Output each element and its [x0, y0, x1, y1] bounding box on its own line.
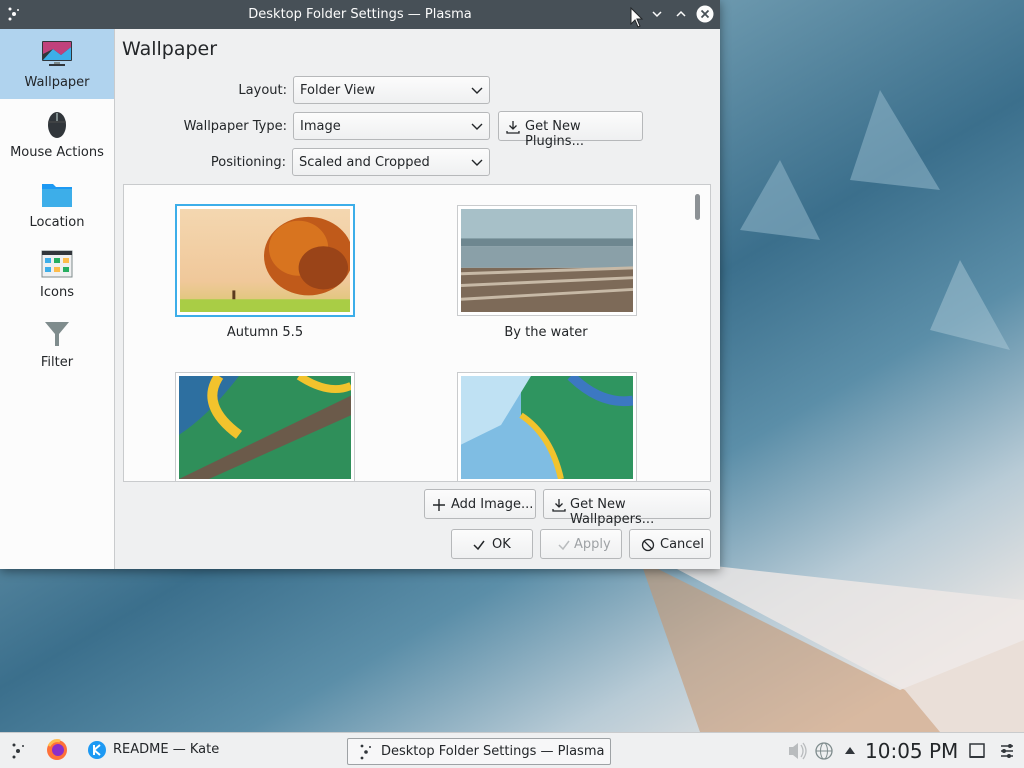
- filter-funnel-icon: [45, 322, 69, 346]
- cancel-button[interactable]: Cancel: [629, 529, 711, 559]
- icons-grid-icon: [41, 250, 73, 278]
- close-icon: [696, 5, 714, 23]
- get-new-plugins-label: Get New Plugins...: [525, 119, 584, 149]
- vertical-scrollbar[interactable]: [689, 186, 709, 480]
- chevron-down-icon: [471, 159, 483, 166]
- chevron-down-icon: [471, 87, 483, 94]
- chevron-up-icon: [676, 10, 686, 17]
- wallpaper-type-value: Image: [300, 119, 341, 134]
- application-launcher[interactable]: [8, 733, 28, 768]
- plus-icon: [433, 499, 445, 511]
- chevron-down-icon: [652, 11, 662, 18]
- wallpaper-thumbnail[interactable]: [457, 372, 637, 481]
- sidebar-item-filter[interactable]: Filter: [0, 309, 114, 379]
- panel-settings[interactable]: [996, 733, 1018, 768]
- sidebar-item-icons[interactable]: Icons: [0, 239, 114, 309]
- close-button[interactable]: [696, 5, 714, 23]
- download-icon: [552, 499, 566, 512]
- network-globe-icon: [815, 742, 833, 760]
- tray-expander[interactable]: [842, 733, 858, 768]
- scrollbar-thumb[interactable]: [695, 194, 700, 220]
- download-icon: [506, 121, 520, 134]
- sidebar-item-location[interactable]: Location: [0, 169, 114, 239]
- apply-label: Apply: [574, 537, 611, 552]
- window-title: Desktop Folder Settings — Plasma: [248, 7, 472, 22]
- wallpaper-caption: Autumn 5.5: [226, 325, 304, 340]
- apply-button[interactable]: Apply: [540, 529, 622, 559]
- task-desktop-folder-settings[interactable]: Desktop Folder Settings — Plasma: [347, 738, 611, 765]
- clock[interactable]: 10:05 PM: [865, 739, 958, 763]
- speaker-icon: [789, 742, 807, 760]
- plasma-launcher-icon: [12, 743, 24, 759]
- add-image-label: Add Image...: [451, 497, 534, 512]
- show-desktop[interactable]: [966, 733, 988, 768]
- arrow-up-icon: [845, 747, 855, 754]
- positioning-value: Scaled and Cropped: [299, 155, 430, 170]
- monitor-wallpaper-icon: [42, 41, 72, 66]
- get-new-wallpapers-button[interactable]: Get New Wallpapers...: [543, 489, 711, 527]
- sidebar-item-mouse-actions[interactable]: Mouse Actions: [0, 99, 114, 169]
- title-bar[interactable]: Desktop Folder Settings — Plasma: [0, 0, 720, 29]
- positioning-dropdown[interactable]: Scaled and Cropped: [292, 148, 490, 176]
- cancel-label: Cancel: [660, 537, 705, 552]
- wallpaper-type-label: Wallpaper Type:: [183, 119, 287, 134]
- sidebar-item-label: Location: [29, 215, 85, 230]
- network-tray[interactable]: [813, 733, 835, 768]
- maximize-button[interactable]: [672, 5, 690, 23]
- task-label: Desktop Folder Settings — Plasma: [381, 744, 605, 759]
- layout-dropdown[interactable]: Folder View: [293, 76, 490, 104]
- wallpaper-thumbnail-autumn[interactable]: [175, 204, 355, 317]
- positioning-label: Positioning:: [210, 155, 286, 170]
- ok-label: OK: [492, 537, 511, 552]
- wallpaper-caption: By the water: [504, 325, 588, 340]
- wallpaper-grid[interactable]: Autumn 5.5 By the water: [123, 184, 711, 482]
- taskbar-panel: README — Kate Desktop Folder Settings — …: [0, 732, 1024, 768]
- task-kate[interactable]: README — Kate: [86, 733, 256, 768]
- settings-window: Desktop Folder Settings — Plasma Wallpap…: [0, 0, 720, 569]
- cancel-icon: [641, 538, 655, 552]
- sidebar-item-label: Mouse Actions: [10, 145, 104, 160]
- get-new-plugins-button[interactable]: Get New Plugins...: [498, 111, 643, 149]
- ok-button[interactable]: OK: [451, 529, 533, 559]
- page-title: Wallpaper: [122, 38, 218, 60]
- checkmark-icon: [558, 540, 570, 551]
- mouse-icon: [48, 112, 66, 138]
- autumn-image: [180, 209, 350, 312]
- wallpaper-image: [179, 376, 351, 479]
- add-image-button[interactable]: Add Image...: [424, 489, 536, 519]
- wallpaper-thumbnail-by-the-water[interactable]: [457, 205, 637, 316]
- chevron-down-icon: [471, 123, 483, 130]
- wallpaper-image: [461, 376, 633, 479]
- layout-value: Folder View: [300, 83, 376, 98]
- checkmark-icon: [473, 540, 485, 551]
- minimize-button[interactable]: [648, 5, 666, 23]
- plasma-icon: [360, 744, 371, 760]
- water-image: [461, 209, 633, 312]
- get-new-wallpapers-label: Get New Wallpapers...: [570, 497, 655, 527]
- desktop-icon: [969, 743, 985, 758]
- category-sidebar: Wallpaper Mouse Actions Location Icons F…: [0, 29, 115, 569]
- wallpaper-type-dropdown[interactable]: Image: [293, 112, 490, 140]
- volume-tray[interactable]: [786, 733, 808, 768]
- sidebar-item-label: Wallpaper: [24, 75, 90, 90]
- mouse-cursor-icon: [630, 7, 644, 28]
- task-label: README — Kate: [113, 742, 220, 757]
- layout-label: Layout:: [238, 83, 287, 98]
- folder-icon: [42, 184, 72, 207]
- sidebar-item-label: Icons: [40, 285, 74, 300]
- firefox-icon: [47, 739, 67, 760]
- kate-icon: [88, 741, 106, 759]
- sidebar-item-wallpaper[interactable]: Wallpaper: [0, 29, 114, 99]
- firefox-launcher[interactable]: [44, 733, 70, 768]
- panel-config-icon: [1001, 744, 1013, 758]
- wallpaper-thumbnail[interactable]: [175, 372, 355, 481]
- sidebar-item-label: Filter: [40, 355, 74, 370]
